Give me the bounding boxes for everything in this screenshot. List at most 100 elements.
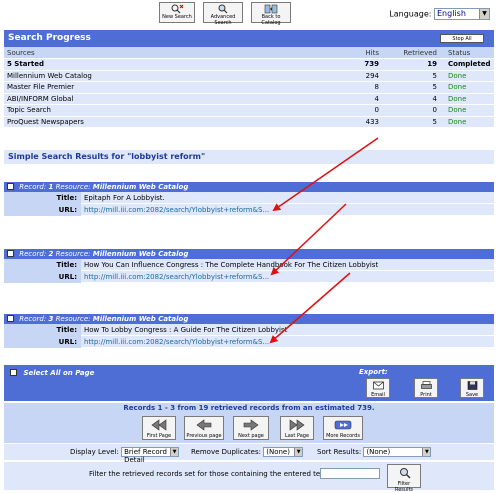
top-toolbar: New Search Advanced Search Back to Catal… xyxy=(0,0,500,26)
record-title[interactable]: How You Can Influence Congress : The Com… xyxy=(84,259,378,271)
record-resource: Millennium Web Catalog xyxy=(92,250,189,258)
record-url-link[interactable]: http://mill.iii.com:2082/search/Ylobbyis… xyxy=(84,204,269,216)
title-label: Title: xyxy=(4,259,81,271)
floppy-disk-icon xyxy=(467,381,478,390)
table-row: Millennium Web Catalog 294 5 Done xyxy=(4,70,494,82)
save-button[interactable]: Save xyxy=(460,378,484,398)
back-to-catalog-button[interactable]: Back to Catalog xyxy=(251,2,291,26)
hits-value: 8 xyxy=(322,81,382,94)
search-progress-header: Search Progress Stop All xyxy=(4,30,494,47)
column-header-status: Status xyxy=(440,47,494,59)
record-url-link[interactable]: http://mill.iii.com:2082/search/Ylobbyis… xyxy=(84,336,269,348)
resource-word: Resource: xyxy=(55,250,91,258)
record-title-row: Title: How You Can Influence Congress : … xyxy=(4,259,494,271)
pagination-bar: Records 1 - 3 from 19 retrieved records … xyxy=(4,403,494,443)
record-title[interactable]: Epitaph For A Lobbyist. xyxy=(84,192,165,204)
sort-results-select[interactable]: (None) ▼ xyxy=(363,447,432,457)
record-url-row: URL: http://mill.iii.com:2082/search/Ylo… xyxy=(4,336,494,348)
status-value: Done xyxy=(440,104,494,117)
hits-value: 739 xyxy=(322,58,382,71)
new-search-button[interactable]: New Search xyxy=(159,2,195,23)
language-selector: Language: English ▼ xyxy=(389,8,490,20)
record-header: Record: 3 Resource: Millennium Web Catal… xyxy=(4,314,494,324)
print-button[interactable]: Print xyxy=(414,378,438,398)
chevron-down-icon: ▼ xyxy=(294,448,303,456)
select-all-checkbox[interactable] xyxy=(10,369,17,376)
status-value: Done xyxy=(440,93,494,105)
table-row: Master File Premier 8 5 Done xyxy=(4,81,494,94)
record-number: 3 xyxy=(48,315,54,323)
display-level-label: Display Level: xyxy=(70,448,119,456)
record-title[interactable]: How To Lobby Congress : A Guide For The … xyxy=(84,324,287,336)
record-word: Record: xyxy=(19,250,47,258)
sort-results-label: Sort Results: xyxy=(317,448,362,456)
retrieved-value: 4 xyxy=(382,93,440,105)
resource-word: Resource: xyxy=(55,183,91,191)
filter-input[interactable] xyxy=(320,468,380,479)
email-icon xyxy=(373,381,384,390)
record-checkbox[interactable] xyxy=(7,250,14,257)
previous-page-button[interactable]: Previous page xyxy=(184,416,224,440)
first-page-button[interactable]: First Page xyxy=(142,416,176,440)
record-url-row: URL: http://mill.iii.com:2082/search/Ylo… xyxy=(4,204,494,216)
select-all-control[interactable]: Select All on Page xyxy=(10,369,94,377)
next-page-label: Next page xyxy=(238,433,264,439)
record-header: Record: 2 Resource: Millennium Web Catal… xyxy=(4,249,494,259)
progress-table-header: Sources Hits Retrieved Status xyxy=(4,47,494,59)
new-search-label: New Search xyxy=(162,14,192,20)
language-value: English xyxy=(437,9,466,18)
search-progress-title: Search Progress xyxy=(8,33,91,43)
back-to-catalog-label: Back to Catalog xyxy=(261,14,281,26)
source-name: ABI/INFORM Global xyxy=(4,93,322,105)
advanced-search-button[interactable]: Advanced Search xyxy=(203,2,243,26)
advanced-search-icon xyxy=(218,4,228,14)
chevron-down-icon: ▼ xyxy=(170,448,179,456)
url-label: URL: xyxy=(4,271,81,283)
more-records-button[interactable]: More Records xyxy=(323,416,363,440)
column-header-retrieved: Retrieved xyxy=(382,47,440,59)
record-title-row: Title: How To Lobby Congress : A Guide F… xyxy=(4,324,494,336)
source-name: Millennium Web Catalog xyxy=(4,70,322,82)
record-checkbox[interactable] xyxy=(7,183,14,190)
first-page-icon xyxy=(151,419,167,431)
sort-results-value: (None) xyxy=(366,448,391,456)
record-checkbox[interactable] xyxy=(7,315,14,322)
advanced-search-label: Advanced Search xyxy=(210,14,236,26)
last-page-button[interactable]: Last Page xyxy=(280,416,314,440)
retrieved-value: 5 xyxy=(382,116,440,128)
stop-all-button[interactable]: Stop All xyxy=(440,34,484,43)
display-level-select[interactable]: Brief Record Detail ▼ xyxy=(121,447,180,464)
title-label: Title: xyxy=(4,324,81,336)
record-resource: Millennium Web Catalog xyxy=(92,183,189,191)
remove-duplicates-control: Remove Duplicates: (None) ▼ xyxy=(191,444,304,460)
select-all-label: Select All on Page xyxy=(23,369,95,377)
printer-icon xyxy=(421,381,432,389)
record-url-link[interactable]: http://mill.iii.com:2082/search/Ylobbyis… xyxy=(84,271,269,283)
language-label: Language: xyxy=(389,9,432,19)
export-label: Export: xyxy=(359,368,388,376)
language-select[interactable]: English ▼ xyxy=(434,8,490,20)
table-row: ABI/INFORM Global 4 4 Done xyxy=(4,93,494,105)
column-header-sources: Sources xyxy=(4,47,322,59)
next-page-icon xyxy=(243,419,259,431)
filter-results-button[interactable]: Filter Results xyxy=(387,464,421,493)
search-progress-panel: Search Progress Stop All Sources Hits Re… xyxy=(4,30,494,128)
status-value: Completed xyxy=(440,58,494,71)
email-label: Email xyxy=(371,392,385,398)
filter-bar: Filter the retrieved records set for tho… xyxy=(4,462,494,493)
source-name: Master File Premier xyxy=(4,81,322,94)
hits-value: 0 xyxy=(322,104,382,117)
source-name: ProQuest Newspapers xyxy=(4,116,322,128)
record-word: Record: xyxy=(19,183,47,191)
print-label: Print xyxy=(420,392,432,398)
last-page-label: Last Page xyxy=(284,433,310,439)
email-button[interactable]: Email xyxy=(366,378,390,398)
previous-page-label: Previous page xyxy=(186,433,222,439)
next-page-button[interactable]: Next page xyxy=(233,416,269,440)
more-records-icon xyxy=(334,420,352,430)
source-name: Topic Search xyxy=(4,104,322,117)
url-label: URL: xyxy=(4,336,81,348)
select-all-bar: Select All on Page Export: Email Print S… xyxy=(4,365,494,401)
remove-duplicates-select[interactable]: (None) ▼ xyxy=(263,447,304,457)
last-page-icon xyxy=(289,419,305,431)
